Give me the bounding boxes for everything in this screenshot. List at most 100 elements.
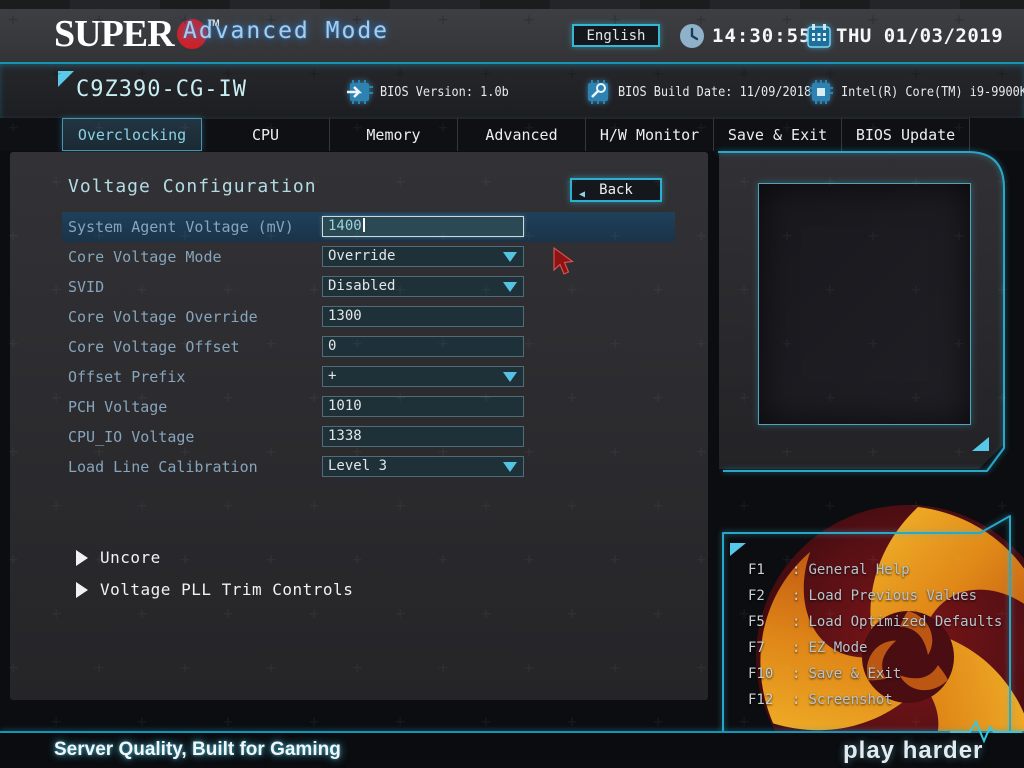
hotkey-list: F1: General Help F2: Load Previous Values F5… [748, 557, 1002, 713]
hotkey-description: EZ Mode [808, 640, 868, 656]
calendar-icon [807, 24, 831, 48]
system-time: 14:30:55 [712, 25, 812, 47]
field-select-offset-prefix[interactable]: + [322, 366, 524, 387]
field-value: Disabled [328, 278, 396, 294]
field-label: System Agent Voltage (mV) [68, 218, 294, 236]
hotkey-f7: F7: EZ Mode [748, 635, 1002, 661]
hotkey-key: F1 [748, 562, 765, 578]
language-button[interactable]: English [572, 24, 660, 47]
field-input-cpu-io-voltage[interactable]: 1338 [322, 426, 524, 447]
expand-arrow-icon [76, 582, 88, 598]
group-list: Uncore Voltage PLL Trim Controls [10, 542, 708, 606]
hotkey-f10: F10: Save & Exit [748, 661, 1002, 687]
bios-screen: SUPER TM Advanced Mode English 14:30:55 T… [0, 0, 1024, 768]
build-date-text: BIOS Build Date: 11/09/2018 [618, 84, 812, 100]
field-input-core-voltage-override[interactable]: 1300 [322, 306, 524, 327]
preview-box [758, 183, 971, 425]
field-label: Load Line Calibration [68, 458, 258, 476]
hotkey-description: Save & Exit [808, 666, 902, 682]
dropdown-arrow-icon [503, 372, 517, 382]
hotkey-key: F5 [748, 614, 765, 630]
field-label: Core Voltage Mode [68, 248, 222, 266]
heartbeat-icon [950, 719, 1022, 744]
brand-text: SUPER [54, 13, 175, 55]
field-row-system-agent-voltage-mv: System Agent Voltage (mV) 1400 [10, 212, 708, 242]
cpu-model-text: Intel(R) Core(TM) i9-9900K [841, 84, 1024, 100]
group-label: Voltage PLL Trim Controls [100, 580, 354, 599]
field-value: 1400 [328, 218, 365, 235]
field-row-cpu-io-voltage: CPU_IO Voltage 1338 [10, 422, 708, 452]
hotkey-key: F12 [748, 692, 774, 708]
field-input-system-agent-voltage-mv[interactable]: 1400 [322, 216, 524, 237]
hotkey-description: Load Previous Values [808, 588, 978, 604]
field-value: Override [328, 248, 396, 264]
bios-version-chip-icon [347, 80, 373, 104]
back-button[interactable]: ◀ Back [570, 178, 662, 202]
hotkey-key: F10 [748, 666, 774, 682]
expand-arrow-icon [76, 550, 88, 566]
field-value: 1010 [328, 398, 362, 414]
tab-h-w-monitor[interactable]: H/W Monitor [586, 118, 714, 151]
hotkey-description: Screenshot [808, 692, 893, 708]
field-value: 1300 [328, 308, 362, 324]
footer-bar: Server Quality, Built for Gaming play ha… [0, 733, 1024, 768]
tab-cpu[interactable]: CPU [202, 118, 330, 151]
bios-version-text: BIOS Version: 1.0b [380, 84, 509, 100]
field-row-offset-prefix: Offset Prefix + [10, 362, 708, 392]
group-voltage-pll-trim-controls[interactable]: Voltage PLL Trim Controls [10, 574, 708, 606]
tab-memory[interactable]: Memory [330, 118, 458, 151]
dropdown-arrow-icon [503, 282, 517, 292]
group-label: Uncore [100, 548, 161, 567]
mode-title: Advanced Mode [183, 18, 390, 44]
field-select-svid[interactable]: Disabled [322, 276, 524, 297]
hotkey-f1: F1: General Help [748, 557, 1002, 583]
field-label: CPU_IO Voltage [68, 428, 195, 446]
dropdown-arrow-icon [503, 462, 517, 472]
field-label: Core Voltage Override [68, 308, 258, 326]
field-label: PCH Voltage [68, 398, 168, 416]
field-label: Offset Prefix [68, 368, 186, 386]
tab-overclocking[interactable]: Overclocking [62, 118, 202, 151]
field-list: System Agent Voltage (mV) 1400 Core Voltag… [10, 212, 708, 482]
text-caret [362, 218, 365, 232]
system-date: THU 01/03/2019 [836, 25, 1004, 47]
field-value: 1338 [328, 428, 362, 444]
field-input-core-voltage-offset[interactable]: 0 [322, 336, 524, 357]
back-button-label: Back [599, 182, 633, 198]
clock-icon [680, 24, 704, 48]
group-uncore[interactable]: Uncore [10, 542, 708, 574]
back-arrow-icon: ◀ [579, 189, 586, 200]
field-input-pch-voltage[interactable]: 1010 [322, 396, 524, 417]
page-title: Voltage Configuration [68, 176, 317, 197]
hotkey-description: General Help [808, 562, 910, 578]
build-date-chip-icon [588, 80, 608, 104]
help-panel: F1: General Help F2: Load Previous Values F5… [722, 533, 1014, 733]
cpu-chip-icon [809, 80, 833, 104]
board-model: C9Z390-CG-IW [76, 77, 247, 102]
field-select-load-line-calibration[interactable]: Level 3 [322, 456, 524, 477]
field-row-core-voltage-mode: Core Voltage Mode Override [10, 242, 708, 272]
info-bar: C9Z390-CG-IW BIOS Version: 1.0b BIOS Bui… [0, 62, 1024, 118]
corner-marker-icon [58, 71, 74, 87]
tab-save-exit[interactable]: Save & Exit [714, 118, 842, 151]
tab-bios-update[interactable]: BIOS Update [842, 118, 970, 151]
help-corner-marker-icon [730, 543, 746, 556]
hotkey-separator: : [792, 692, 801, 708]
hotkey-f5: F5: Load Optimized Defaults [748, 609, 1002, 635]
field-row-pch-voltage: PCH Voltage 1010 [10, 392, 708, 422]
field-label: Core Voltage Offset [68, 338, 240, 356]
mouse-cursor-icon [553, 246, 575, 275]
hotkey-separator: : [792, 588, 801, 604]
hotkey-description: Load Optimized Defaults [808, 614, 1003, 630]
hotkey-separator: : [792, 562, 801, 578]
hotkey-separator: : [792, 640, 801, 656]
field-select-core-voltage-mode[interactable]: Override [322, 246, 524, 267]
tab-bar: Overclocking CPU Memory Advanced H/W Monitor… [0, 118, 1024, 151]
footer-tagline: Server Quality, Built for Gaming [54, 739, 341, 760]
tab-advanced[interactable]: Advanced [458, 118, 586, 151]
hotkey-f2: F2: Load Previous Values [748, 583, 1002, 609]
header-bar: SUPER TM Advanced Mode English 14:30:55 T… [0, 0, 1024, 62]
hotkey-separator: : [792, 614, 801, 630]
field-row-svid: SVID Disabled [10, 272, 708, 302]
hotkey-separator: : [792, 666, 801, 682]
